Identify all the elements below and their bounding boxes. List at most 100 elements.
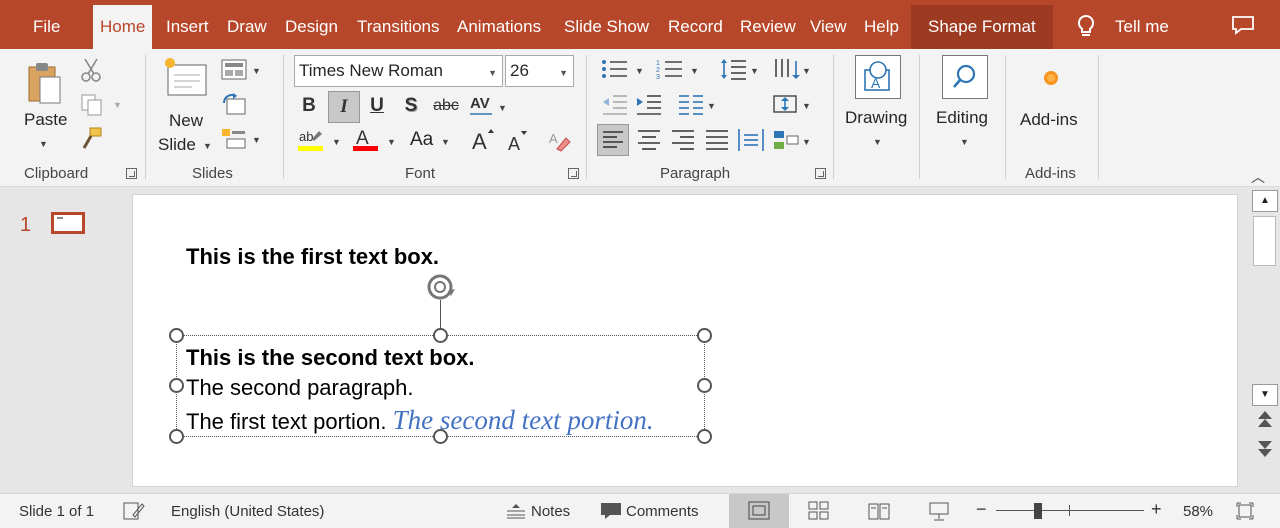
slide-count-status[interactable]: Slide 1 of 1 xyxy=(19,503,94,520)
paragraph-dialog-launcher[interactable] xyxy=(815,168,826,179)
comments-button[interactable]: Comments xyxy=(626,503,699,520)
numbering-icon[interactable]: 123 xyxy=(656,58,684,80)
collapse-ribbon-icon[interactable]: ︿ xyxy=(1251,167,1265,187)
drawing-label[interactable]: Drawing xyxy=(845,108,907,128)
text-direction-dropdown-arrow[interactable]: ▼ xyxy=(802,66,811,76)
resize-handle-bottom-left[interactable] xyxy=(169,429,184,444)
shrink-font-icon[interactable]: A xyxy=(506,129,530,153)
resize-handle-top-left[interactable] xyxy=(169,328,184,343)
font-color-icon[interactable]: A xyxy=(352,127,378,153)
new-slide-icon[interactable] xyxy=(162,57,210,99)
editing-button[interactable] xyxy=(942,55,988,99)
align-right-icon[interactable] xyxy=(669,127,697,153)
layout-icon[interactable] xyxy=(221,59,247,81)
highlight-dropdown-arrow[interactable]: ▼ xyxy=(332,137,341,147)
copy-dropdown-arrow[interactable]: ▼ xyxy=(113,100,122,110)
spellcheck-icon[interactable] xyxy=(123,501,145,521)
align-text-icon[interactable] xyxy=(772,92,800,116)
section-icon[interactable] xyxy=(221,128,247,150)
zoom-out-button[interactable]: − xyxy=(976,499,987,520)
next-slide-icon[interactable] xyxy=(1256,436,1274,458)
scrollbar-thumb[interactable] xyxy=(1253,216,1276,266)
previous-slide-icon[interactable] xyxy=(1256,410,1274,432)
tell-me-search[interactable]: Tell me xyxy=(1115,14,1169,40)
tab-animations[interactable]: Animations xyxy=(457,14,541,40)
new-slide-dropdown-arrow[interactable]: ▼ xyxy=(203,141,212,151)
tab-file[interactable]: File xyxy=(33,14,60,40)
shadow-button[interactable]: S xyxy=(400,95,422,117)
increase-indent-icon[interactable] xyxy=(635,93,663,115)
format-painter-icon[interactable] xyxy=(80,126,104,152)
align-left-button[interactable] xyxy=(597,124,629,156)
font-color-dropdown-arrow[interactable]: ▼ xyxy=(387,137,396,147)
tab-shape-format[interactable]: Shape Format xyxy=(911,5,1053,49)
numbering-dropdown-arrow[interactable]: ▼ xyxy=(690,66,699,76)
resize-handle-top[interactable] xyxy=(433,328,448,343)
highlight-icon[interactable]: ab xyxy=(298,127,324,153)
comments-icon[interactable] xyxy=(600,501,622,521)
font-dialog-launcher[interactable] xyxy=(568,168,579,179)
chevron-down-icon[interactable]: ▼ xyxy=(488,68,497,78)
text-box-1[interactable]: This is the first text box. xyxy=(186,244,439,270)
align-text-dropdown-arrow[interactable]: ▼ xyxy=(802,101,811,111)
tab-draw[interactable]: Draw xyxy=(227,14,267,40)
tab-transitions[interactable]: Transitions xyxy=(357,14,440,40)
rotate-handle-icon[interactable] xyxy=(426,273,456,301)
line-spacing-icon[interactable] xyxy=(720,57,748,81)
copy-icon[interactable] xyxy=(80,93,106,117)
char-spacing-dropdown-arrow[interactable]: ▼ xyxy=(498,103,507,113)
paste-icon[interactable] xyxy=(26,59,64,107)
smartart-dropdown-arrow[interactable]: ▼ xyxy=(802,137,811,147)
tab-help[interactable]: Help xyxy=(864,14,899,40)
clipboard-dialog-launcher[interactable] xyxy=(126,168,137,179)
underline-button[interactable]: U xyxy=(366,95,388,117)
line-spacing-dropdown-arrow[interactable]: ▼ xyxy=(750,66,759,76)
zoom-in-button[interactable]: + xyxy=(1151,499,1162,520)
lightbulb-icon[interactable] xyxy=(1076,14,1096,40)
bold-button[interactable]: B xyxy=(298,95,320,117)
tab-record[interactable]: Record xyxy=(668,14,723,40)
slide-sorter-icon[interactable] xyxy=(808,501,830,521)
tab-review[interactable]: Review xyxy=(740,14,796,40)
tab-insert[interactable]: Insert xyxy=(166,14,209,40)
text-box-2[interactable]: This is the second text box. The second … xyxy=(186,343,654,437)
scroll-up-button[interactable]: ▲ xyxy=(1252,190,1278,212)
align-center-icon[interactable] xyxy=(635,127,663,153)
change-case-button[interactable]: Aa xyxy=(410,129,433,151)
vertical-scrollbar[interactable]: ▲ ▼ xyxy=(1250,188,1280,493)
addins-label[interactable]: Add-ins xyxy=(1020,110,1078,130)
zoom-slider-thumb[interactable] xyxy=(1034,503,1042,519)
section-dropdown-arrow[interactable]: ▼ xyxy=(252,135,261,145)
text-direction-icon[interactable] xyxy=(772,57,800,81)
paste-label[interactable]: Paste xyxy=(24,110,67,130)
scroll-down-button[interactable]: ▼ xyxy=(1252,384,1278,406)
columns-dropdown-arrow[interactable]: ▼ xyxy=(707,101,716,111)
drawing-button[interactable]: A xyxy=(855,55,901,99)
fit-slide-icon[interactable] xyxy=(1236,502,1254,520)
new-slide-label-line2[interactable]: Slide xyxy=(158,135,196,155)
new-slide-label-line1[interactable]: New xyxy=(169,111,203,131)
editing-dropdown-arrow[interactable]: ▼ xyxy=(960,137,969,147)
columns-icon[interactable] xyxy=(677,93,705,115)
notes-button[interactable]: Notes xyxy=(531,503,570,520)
italic-button[interactable]: I xyxy=(328,91,360,123)
normal-view-button[interactable] xyxy=(729,494,789,528)
resize-handle-left[interactable] xyxy=(169,378,184,393)
slide-thumbnail[interactable] xyxy=(51,212,85,234)
zoom-slider[interactable] xyxy=(996,510,1144,511)
reset-icon[interactable] xyxy=(221,93,247,117)
resize-handle-right[interactable] xyxy=(697,378,712,393)
chevron-down-icon[interactable]: ▼ xyxy=(559,68,568,78)
editing-label[interactable]: Editing xyxy=(936,108,988,128)
reading-view-icon[interactable] xyxy=(868,501,890,521)
tab-view[interactable]: View xyxy=(810,14,847,40)
clear-format-icon[interactable]: A xyxy=(548,129,572,153)
drawing-dropdown-arrow[interactable]: ▼ xyxy=(873,137,882,147)
bullets-dropdown-arrow[interactable]: ▼ xyxy=(635,66,644,76)
smartart-icon[interactable] xyxy=(772,127,800,153)
zoom-level[interactable]: 58% xyxy=(1183,503,1213,520)
notes-icon[interactable] xyxy=(506,503,526,519)
font-name-combo[interactable]: Times New Roman ▼ xyxy=(294,55,503,87)
distribute-icon[interactable] xyxy=(737,127,765,153)
cut-icon[interactable] xyxy=(80,57,102,83)
